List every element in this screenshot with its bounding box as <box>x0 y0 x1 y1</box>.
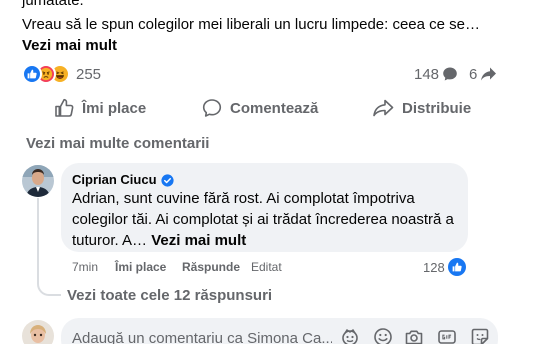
comment-reply-link[interactable]: Răspunde <box>182 259 240 275</box>
comment-input[interactable] <box>72 327 332 344</box>
gif-icon[interactable] <box>437 327 457 344</box>
comment-edited-label: Editat <box>251 260 282 274</box>
reactions-summary[interactable]: 255 <box>22 64 101 84</box>
comment-like-icon <box>447 258 466 276</box>
share-count[interactable]: 6 <box>469 64 497 84</box>
comment-text: Adrian, sunt cuvine fără rost. Ai complo… <box>72 188 462 251</box>
comment-author-name: Ciprian Ciucu <box>72 172 157 187</box>
thumbs-up-icon <box>55 98 74 117</box>
verified-badge-icon <box>160 173 174 187</box>
reaction-count: 255 <box>76 65 102 83</box>
view-all-replies-link[interactable]: Vezi toate cele 12 răspunsuri <box>67 286 272 306</box>
comment-icon <box>202 99 222 117</box>
current-user-avatar[interactable] <box>22 320 54 344</box>
emoji-icon[interactable] <box>373 327 393 344</box>
share-icon <box>373 99 394 117</box>
reply-thread-line <box>37 198 61 296</box>
comment-like-count[interactable]: 128 <box>423 258 466 276</box>
comment-text-body: Adrian, sunt cuvine fără rost. Ai complo… <box>72 190 454 249</box>
comment-timestamp[interactable]: 7min <box>72 259 98 275</box>
avatar-sticker-icon[interactable] <box>340 327 360 344</box>
comment-count[interactable]: 148 <box>414 64 458 84</box>
like-button-label: Îmi place <box>82 99 147 117</box>
share-button-label: Distribuie <box>402 99 472 117</box>
sticker-icon[interactable] <box>470 327 490 344</box>
commenter-avatar[interactable] <box>22 165 54 197</box>
comment-like-count-value: 128 <box>423 259 445 275</box>
comment-see-more-link[interactable]: Vezi mai mult <box>151 232 246 249</box>
like-reaction-icon <box>22 64 42 84</box>
post-text-previous-line: jumătate. <box>22 0 84 9</box>
post-text: Vreau să le spun colegilor mei liberali … <box>22 16 481 33</box>
like-button[interactable]: Îmi place <box>54 94 146 122</box>
comment-like-link[interactable]: Îmi place <box>115 259 166 275</box>
comment-button-label: Comentează <box>230 99 319 117</box>
comment-count-value: 148 <box>414 65 440 83</box>
share-count-value: 6 <box>469 65 478 83</box>
view-more-comments-link[interactable]: Vezi mai multe comentarii <box>26 134 209 154</box>
post-see-more-link[interactable]: Vezi mai mult <box>22 36 117 56</box>
share-button[interactable]: Distribuie <box>372 94 471 122</box>
comment-author[interactable]: Ciprian Ciucu <box>72 171 174 189</box>
share-arrow-icon <box>481 67 497 81</box>
comment-composer <box>61 318 498 344</box>
comment-button[interactable]: Comentează <box>202 94 318 122</box>
camera-icon[interactable] <box>404 327 424 344</box>
comment-bubble-icon <box>443 67 457 81</box>
